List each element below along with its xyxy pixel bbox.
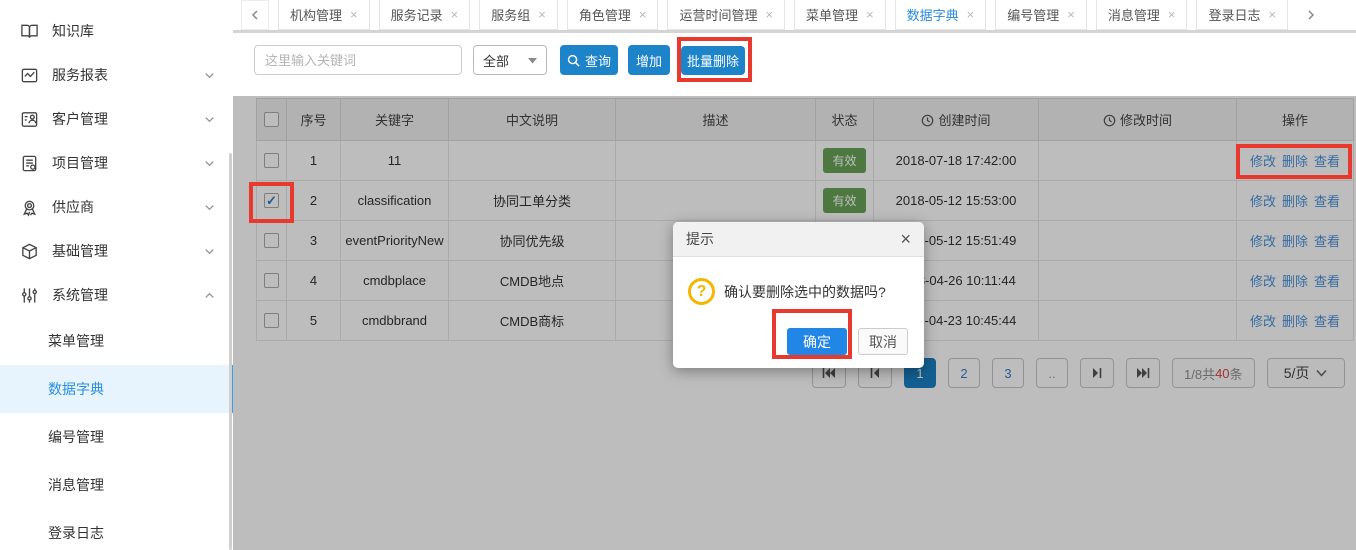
chevron-down-icon (204, 114, 215, 125)
supplier-medal-icon (20, 198, 39, 217)
sidebar-subitem-menu-mgmt[interactable]: 菜单管理 (0, 317, 233, 365)
sidebar-subitem-data-dictionary[interactable]: 数据字典 (0, 365, 233, 413)
tab-service-record[interactable]: 服务记录 × (379, 0, 471, 30)
sidebar-subitem-label: 登录日志 (48, 523, 104, 543)
close-icon[interactable]: × (967, 7, 975, 22)
add-button-label: 增加 (636, 51, 662, 70)
tab-label: 角色管理 (579, 5, 631, 24)
book-icon (20, 22, 39, 41)
close-icon[interactable]: × (350, 7, 358, 22)
search-icon (567, 54, 580, 67)
dialog-title: 提示 (686, 229, 900, 249)
close-icon[interactable]: × (866, 7, 874, 22)
search-input[interactable] (254, 45, 462, 75)
filter-dropdown[interactable]: 全部 (473, 45, 547, 75)
dialog-body: ? 确认要删除选中的数据吗? (673, 257, 924, 305)
tab-label: 数据字典 (907, 5, 959, 24)
batch-delete-button-label: 批量删除 (687, 51, 739, 70)
chevron-down-icon (204, 70, 215, 81)
tab-operating-time-mgmt[interactable]: 运营时间管理 × (667, 0, 785, 30)
sidebar-subitem-message-mgmt[interactable]: 消息管理 (0, 461, 233, 509)
sidebar-subitem-label: 编号管理 (48, 427, 104, 447)
sidebar-subitem-label: 消息管理 (48, 475, 104, 495)
query-button[interactable]: 查询 (560, 45, 618, 75)
close-icon[interactable]: × (451, 7, 459, 22)
sidebar-item-knowledge-base[interactable]: 知识库 (0, 9, 233, 53)
tab-label: 运营时间管理 (679, 5, 757, 24)
sidebar-item-supplier[interactable]: 供应商 (0, 185, 233, 229)
confirm-button[interactable]: 确定 (787, 328, 847, 355)
filter-value: 全部 (483, 51, 509, 70)
sidebar-item-basic-mgmt[interactable]: 基础管理 (0, 229, 233, 273)
sidebar-item-label: 系统管理 (52, 285, 204, 305)
toolbar: 全部 查询 增加 批量删除 (233, 33, 1356, 96)
sidebar-item-label: 基础管理 (52, 241, 204, 261)
sidebar-item-label: 知识库 (52, 21, 215, 41)
project-doc-icon (20, 154, 39, 173)
tab-label: 登录日志 (1208, 5, 1260, 24)
tab-message-mgmt[interactable]: 消息管理 × (1096, 0, 1188, 30)
sidebar: 知识库 服务报表 客户管理 项目管理 供应商 基础管理 (0, 0, 233, 550)
chevron-down-icon (204, 202, 215, 213)
customer-card-icon (20, 110, 39, 129)
tab-scroll-left-button[interactable] (241, 0, 269, 30)
sidebar-item-customer-mgmt[interactable]: 客户管理 (0, 97, 233, 141)
sidebar-subitem-number-mgmt[interactable]: 编号管理 (0, 413, 233, 461)
close-icon[interactable]: × (639, 7, 647, 22)
sidebar-subitem-login-log[interactable]: 登录日志 (0, 509, 233, 550)
sidebar-subitem-label: 菜单管理 (48, 331, 104, 351)
sliders-icon (20, 286, 39, 305)
sidebar-item-label: 项目管理 (52, 153, 204, 173)
query-button-label: 查询 (585, 51, 611, 70)
dialog-message: 确认要删除选中的数据吗? (724, 282, 886, 302)
tab-label: 编号管理 (1007, 5, 1059, 24)
cancel-button[interactable]: 取消 (858, 328, 908, 355)
close-icon[interactable]: × (1168, 7, 1176, 22)
sidebar-item-project-mgmt[interactable]: 项目管理 (0, 141, 233, 185)
chevron-down-icon (204, 158, 215, 169)
tab-org-mgmt[interactable]: 机构管理 × (278, 0, 370, 30)
report-chart-icon (20, 66, 39, 85)
tab-role-mgmt[interactable]: 角色管理 × (567, 0, 659, 30)
batch-delete-button[interactable]: 批量删除 (681, 46, 745, 75)
close-icon[interactable]: × (1269, 7, 1277, 22)
close-icon[interactable]: × (538, 7, 546, 22)
caret-down-icon (528, 57, 537, 64)
tab-label: 服务记录 (391, 5, 443, 24)
close-icon[interactable]: × (765, 7, 773, 22)
chevron-up-icon (204, 290, 215, 301)
chevron-down-icon (204, 246, 215, 257)
close-icon[interactable]: × (900, 230, 911, 248)
sidebar-subitem-label: 数据字典 (48, 379, 104, 399)
sidebar-scrollbar[interactable] (229, 153, 232, 550)
tab-label: 菜单管理 (806, 5, 858, 24)
tab-label: 机构管理 (290, 5, 342, 24)
cube-icon (20, 242, 39, 261)
tab-label: 消息管理 (1108, 5, 1160, 24)
sidebar-item-label: 供应商 (52, 197, 204, 217)
close-icon[interactable]: × (1067, 7, 1075, 22)
tab-label: 服务组 (491, 5, 530, 24)
question-icon: ? (688, 278, 715, 305)
dialog-header: 提示 × (673, 222, 924, 257)
tab-service-group[interactable]: 服务组 × (479, 0, 558, 30)
confirm-dialog: 提示 × ? 确认要删除选中的数据吗? 确定 取消 (673, 222, 924, 368)
sidebar-item-system-mgmt[interactable]: 系统管理 (0, 273, 233, 317)
tab-menu-mgmt[interactable]: 菜单管理 × (794, 0, 886, 30)
tab-bar: 机构管理 × 服务记录 × 服务组 × 角色管理 × 运营时间管理 × 菜单管理 × 数据字… (233, 0, 1356, 30)
tab-scroll-right-button[interactable] (1297, 0, 1325, 30)
tab-number-mgmt[interactable]: 编号管理 × (995, 0, 1087, 30)
sidebar-item-service-report[interactable]: 服务报表 (0, 53, 233, 97)
add-button[interactable]: 增加 (628, 45, 670, 75)
sidebar-item-label: 客户管理 (52, 109, 204, 129)
tab-data-dictionary[interactable]: 数据字典 × (895, 0, 987, 30)
sidebar-item-label: 服务报表 (52, 65, 204, 85)
tab-login-log[interactable]: 登录日志 × (1196, 0, 1288, 30)
chevron-right-icon (1306, 10, 1316, 20)
chevron-left-icon (250, 10, 260, 20)
